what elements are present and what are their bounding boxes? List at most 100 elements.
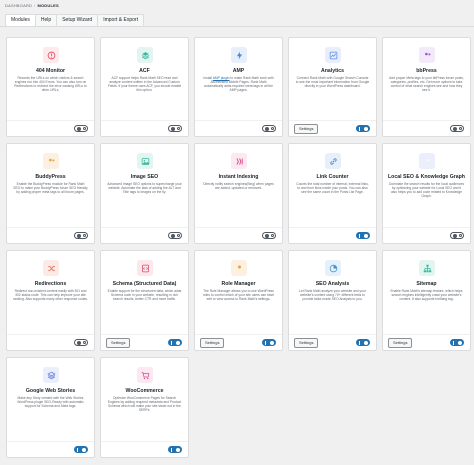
module-description: Connect Rank Math with Google Search Con… xyxy=(295,76,370,89)
module-card: Schema (Structured Data) Enable support f… xyxy=(100,250,189,351)
toggle-knob xyxy=(364,126,368,131)
module-toggle[interactable] xyxy=(356,339,370,346)
module-card: Link Counter Counts the total number of i… xyxy=(288,143,377,244)
module-toggle[interactable] xyxy=(262,125,276,132)
toggle-knob xyxy=(170,126,175,131)
module-title: Role Manager xyxy=(221,281,256,287)
module-title: Redirections xyxy=(34,281,67,287)
shuffle-icon xyxy=(43,260,59,276)
module-description: ACF support helps Rank Math SEO read and… xyxy=(107,76,182,93)
toggle-knob xyxy=(76,126,81,131)
toggle-knob xyxy=(264,233,269,238)
toggle-knob xyxy=(270,340,274,345)
module-toggle[interactable] xyxy=(168,232,182,239)
module-footer: Settings xyxy=(383,334,470,350)
module-toggle[interactable] xyxy=(168,339,182,346)
settings-button[interactable]: Settings xyxy=(200,338,225,348)
toggle-off-mark xyxy=(270,234,274,237)
module-toggle[interactable] xyxy=(74,339,88,346)
module-footer xyxy=(195,120,282,136)
module-description: Redirect non-existent content easily wit… xyxy=(13,289,88,302)
tab-import-export[interactable]: Import & Export xyxy=(97,14,144,26)
module-title: Local SEO & Knowledge Graph xyxy=(388,174,465,180)
toggle-knob xyxy=(82,447,86,452)
breadcrumb: DASHBOARD / MODULES xyxy=(5,3,59,8)
module-title: bbPress xyxy=(416,68,437,74)
module-toggle[interactable] xyxy=(450,232,464,239)
toggle-knob xyxy=(176,340,180,345)
module-title: Link Counter xyxy=(316,174,349,180)
module-description: Counts the total number of internal, ext… xyxy=(296,182,369,195)
module-toggle[interactable] xyxy=(262,232,276,239)
toggle-on-mark xyxy=(358,233,360,238)
module-card: SEO Analysis Let Rank Math analyze your w… xyxy=(288,250,377,351)
module-card: Redirections Redirect non-existent conten… xyxy=(6,250,95,351)
module-description: Enable the BuddyPress module for Rank Ma… xyxy=(13,182,88,195)
toggle-knob xyxy=(452,126,457,131)
users-icon xyxy=(43,153,59,169)
pin-icon xyxy=(419,153,435,169)
module-footer xyxy=(289,227,376,243)
module-toggle[interactable] xyxy=(168,446,182,453)
modules-panel: 404 Monitor Records the URLs on which vis… xyxy=(0,26,474,465)
module-card: Google Web Stories Make any Story created… xyxy=(6,357,95,458)
tab-bar: Modules Help Setup Wizard Import & Expor… xyxy=(5,14,144,27)
module-card: ACF ACF support helps Rank Math SEO read … xyxy=(100,37,189,137)
layers-icon xyxy=(137,47,153,63)
settings-button[interactable]: Settings xyxy=(388,338,413,348)
module-description: Directly notify search engines(Bing) whe… xyxy=(203,182,274,191)
module-toggle[interactable] xyxy=(262,339,276,346)
module-card: WooCommerce Optimize WooCommerce Pages fo… xyxy=(100,357,189,458)
module-toggle[interactable] xyxy=(168,125,182,132)
alert-icon xyxy=(43,47,59,63)
module-card: Sitemap Enable Rank Math's sitemap featur… xyxy=(382,250,471,351)
module-card: 404 Monitor Records the URLs on which vis… xyxy=(6,37,95,137)
module-toggle[interactable] xyxy=(450,339,464,346)
toggle-knob xyxy=(76,233,81,238)
module-title: Image SEO xyxy=(130,174,159,180)
module-description: Add proper Meta tags to your bbPress for… xyxy=(389,76,464,93)
module-toggle[interactable] xyxy=(356,232,370,239)
module-footer xyxy=(101,441,188,457)
settings-button[interactable]: Settings xyxy=(294,338,319,348)
module-title: 404 Monitor xyxy=(35,68,66,74)
module-footer xyxy=(383,120,470,136)
module-footer: Settings xyxy=(289,334,376,350)
user-icon xyxy=(231,260,247,276)
module-card: Instant Indexing Directly notify search e… xyxy=(194,143,283,244)
module-description: Dominate the search results for the loca… xyxy=(389,182,464,199)
module-toggle[interactable] xyxy=(74,446,88,453)
module-description: Optimize WooCommerce Pages for Search En… xyxy=(107,396,182,413)
module-title: SEO Analysis xyxy=(315,281,350,287)
module-toggle[interactable] xyxy=(356,125,370,132)
toggle-on-mark xyxy=(358,340,360,345)
module-card: AMP Install AMP plugin to make Rank Math … xyxy=(194,37,283,137)
module-title: Instant Indexing xyxy=(218,174,259,180)
module-description: Let Rank Math analyze your website and y… xyxy=(299,289,366,302)
toggle-on-mark xyxy=(452,340,454,345)
module-footer xyxy=(7,120,94,136)
module-toggle[interactable] xyxy=(74,125,88,132)
toggle-off-mark xyxy=(176,127,180,130)
settings-button[interactable]: Settings xyxy=(294,124,319,134)
module-title: WooCommerce xyxy=(125,388,164,394)
toggle-off-mark xyxy=(82,127,86,130)
toggle-off-mark xyxy=(176,234,180,237)
module-description: Make any Story created with the Web Stor… xyxy=(17,396,84,409)
module-title: BuddyPress xyxy=(35,174,66,180)
settings-button[interactable]: Settings xyxy=(106,338,131,348)
module-footer: Settings xyxy=(101,334,188,350)
module-card: BuddyPress Enable the BuddyPress module f… xyxy=(6,143,95,244)
module-footer xyxy=(383,227,470,243)
module-toggle[interactable] xyxy=(450,125,464,132)
module-footer: Settings xyxy=(289,120,376,136)
module-toggle[interactable] xyxy=(74,232,88,239)
module-description: Enable support for the structured data, … xyxy=(107,289,182,302)
breadcrumb-current: MODULES xyxy=(37,3,59,8)
toggle-on-mark xyxy=(170,447,172,452)
breadcrumb-root[interactable]: DASHBOARD xyxy=(5,3,32,8)
toggle-off-mark xyxy=(82,341,86,344)
tab-setup-wizard[interactable]: Setup Wizard xyxy=(56,14,99,26)
tab-help[interactable]: Help xyxy=(34,14,58,26)
toggle-off-mark xyxy=(458,234,462,237)
